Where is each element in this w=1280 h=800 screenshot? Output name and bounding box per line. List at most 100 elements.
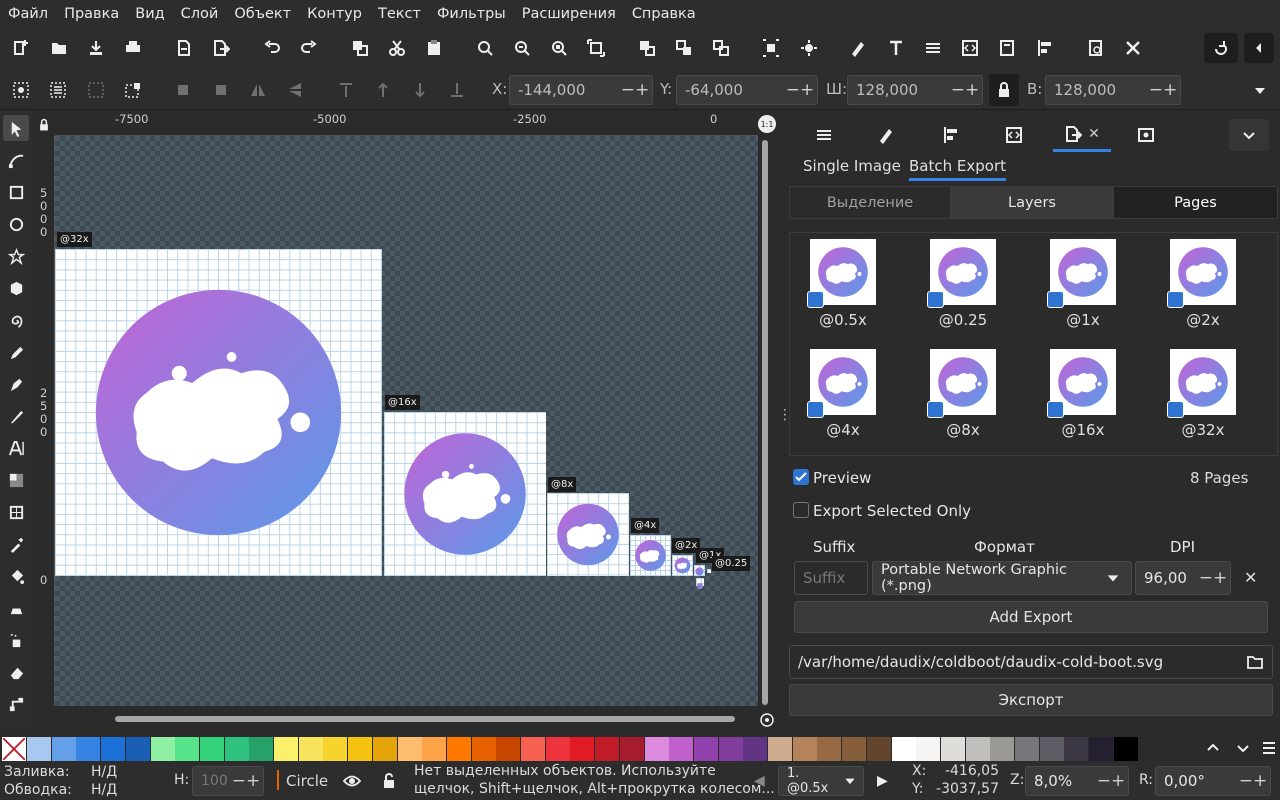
thumb-checkbox[interactable]	[807, 291, 824, 308]
y-field[interactable]: -64,000 −+	[676, 75, 818, 105]
thumb-checkbox[interactable]	[807, 401, 824, 418]
color-swatch[interactable]	[274, 737, 298, 761]
zoom-page-icon[interactable]	[546, 35, 572, 61]
zoom-fit-icon[interactable]	[583, 35, 609, 61]
zoom-selection-icon[interactable]	[472, 35, 498, 61]
color-swatch[interactable]	[1089, 737, 1114, 761]
segment-pages[interactable]: Pages	[1113, 186, 1278, 219]
spray-tool-icon[interactable]	[3, 627, 29, 653]
thumb-checkbox[interactable]	[1047, 401, 1064, 418]
segment-selection[interactable]: Выделение	[789, 186, 951, 219]
fill-value[interactable]: Н/Д	[91, 764, 117, 780]
save-icon[interactable]	[83, 35, 109, 61]
export-thumb[interactable]	[1047, 349, 1116, 418]
undo-icon[interactable]	[259, 35, 285, 61]
color-swatch[interactable]	[249, 737, 274, 761]
ellipse-tool-icon[interactable]	[3, 211, 29, 237]
thumb-checkbox[interactable]	[1167, 401, 1184, 418]
color-swatch[interactable]	[422, 737, 447, 761]
zoom-stepper-icon[interactable]: −+	[1094, 771, 1128, 791]
layer-lock-icon[interactable]	[376, 768, 402, 794]
color-swatch[interactable]	[940, 737, 965, 761]
page-4x[interactable]	[630, 535, 671, 576]
color-swatch[interactable]	[101, 737, 126, 761]
page-0.25[interactable]	[707, 569, 711, 573]
color-swatch[interactable]	[323, 737, 348, 761]
canvas-rotation-icon[interactable]	[759, 712, 775, 728]
eraser-tool-icon[interactable]	[3, 659, 29, 685]
color-swatch[interactable]	[521, 737, 545, 761]
menu-file[interactable]: Файл	[0, 6, 56, 22]
deselect-icon[interactable]	[120, 77, 146, 103]
flip-vertical-icon[interactable]	[282, 77, 308, 103]
text-font-icon[interactable]	[883, 35, 909, 61]
flip-horizontal-icon[interactable]	[245, 77, 271, 103]
dock-menu-icon[interactable]	[1229, 119, 1269, 151]
text-tool-icon[interactable]	[3, 435, 29, 461]
export-thumb[interactable]	[927, 239, 996, 308]
color-swatch[interactable]	[990, 737, 1015, 761]
star-tool-icon[interactable]	[3, 243, 29, 269]
gradient-tool-icon[interactable]	[3, 467, 29, 493]
width-field[interactable]: 128,000 −+	[847, 75, 983, 105]
calligraphy-tool-icon[interactable]	[3, 403, 29, 429]
menu-help[interactable]: Справка	[624, 6, 704, 22]
color-swatch[interactable]	[175, 737, 200, 761]
group-icon[interactable]	[634, 35, 660, 61]
selector-tool-icon[interactable]	[3, 115, 29, 141]
rotate-cw-icon[interactable]	[208, 77, 234, 103]
lower-icon[interactable]	[407, 77, 433, 103]
spiral-tool-icon[interactable]	[3, 307, 29, 333]
color-swatch[interactable]	[743, 737, 768, 761]
menu-extensions[interactable]: Расширения	[514, 6, 624, 22]
vertical-scrollbar[interactable]	[762, 140, 768, 705]
color-swatch[interactable]	[51, 737, 76, 761]
page-select[interactable]: 1. @0.5x	[778, 766, 864, 796]
pencil-tool-icon[interactable]	[3, 339, 29, 365]
menu-layer[interactable]: Слой	[173, 6, 227, 22]
opacity-stepper-icon[interactable]: −+	[229, 771, 263, 791]
height-stepper-icon[interactable]: −+	[1146, 80, 1180, 100]
paint-bucket-tool-icon[interactable]	[3, 563, 29, 589]
tweak-tool-icon[interactable]	[3, 595, 29, 621]
rotate-ccw-icon[interactable]	[170, 77, 196, 103]
color-swatch[interactable]	[916, 737, 941, 761]
snap-icon[interactable]	[758, 35, 784, 61]
open-folder-icon[interactable]	[46, 35, 72, 61]
rotation-stepper-icon[interactable]: −+	[1236, 771, 1270, 791]
dock-handle-icon[interactable]: ⋮	[778, 408, 792, 432]
filepath-input[interactable]: /var/home/daudix/coldboot/daudix-cold-bo…	[789, 645, 1273, 679]
invert-selection-icon[interactable]	[83, 77, 109, 103]
menu-edit[interactable]: Правка	[56, 6, 127, 22]
export-tab[interactable]: ✕	[1053, 118, 1111, 152]
color-swatch[interactable]	[891, 737, 916, 761]
close-tab-icon[interactable]: ✕	[1088, 126, 1100, 142]
color-swatch[interactable]	[224, 737, 249, 761]
export-thumb[interactable]	[1047, 239, 1116, 308]
menu-view[interactable]: Вид	[127, 6, 172, 22]
page-32x[interactable]	[55, 249, 382, 576]
tab-single-image[interactable]: Single Image	[803, 157, 901, 175]
color-swatch[interactable]	[693, 737, 718, 761]
export-thumb[interactable]	[807, 349, 876, 418]
fill-stroke-tab-icon[interactable]	[859, 118, 913, 152]
collapse-left-icon[interactable]	[1244, 33, 1274, 63]
color-swatch[interactable]	[1064, 737, 1089, 761]
import-icon[interactable]	[171, 35, 197, 61]
canvas[interactable]: @32x @16x @8x @4x @2x @1x @0.25	[55, 136, 758, 706]
cut-icon[interactable]	[384, 35, 410, 61]
raise-icon[interactable]	[370, 77, 396, 103]
color-swatch[interactable]	[817, 737, 842, 761]
guide-lock-icon[interactable]	[35, 115, 53, 135]
export-button[interactable]: Экспорт	[789, 684, 1273, 716]
suffix-input[interactable]: Suffix	[794, 561, 868, 595]
align-tab-icon[interactable]	[924, 118, 978, 152]
document-properties-icon[interactable]	[994, 35, 1020, 61]
color-swatch[interactable]	[471, 737, 496, 761]
3d-box-tool-icon[interactable]	[3, 275, 29, 301]
color-swatch[interactable]	[27, 737, 51, 761]
color-swatch[interactable]	[718, 737, 743, 761]
export-icon[interactable]	[208, 35, 234, 61]
add-export-button[interactable]: Add Export	[794, 601, 1268, 633]
color-swatch[interactable]	[446, 737, 471, 761]
